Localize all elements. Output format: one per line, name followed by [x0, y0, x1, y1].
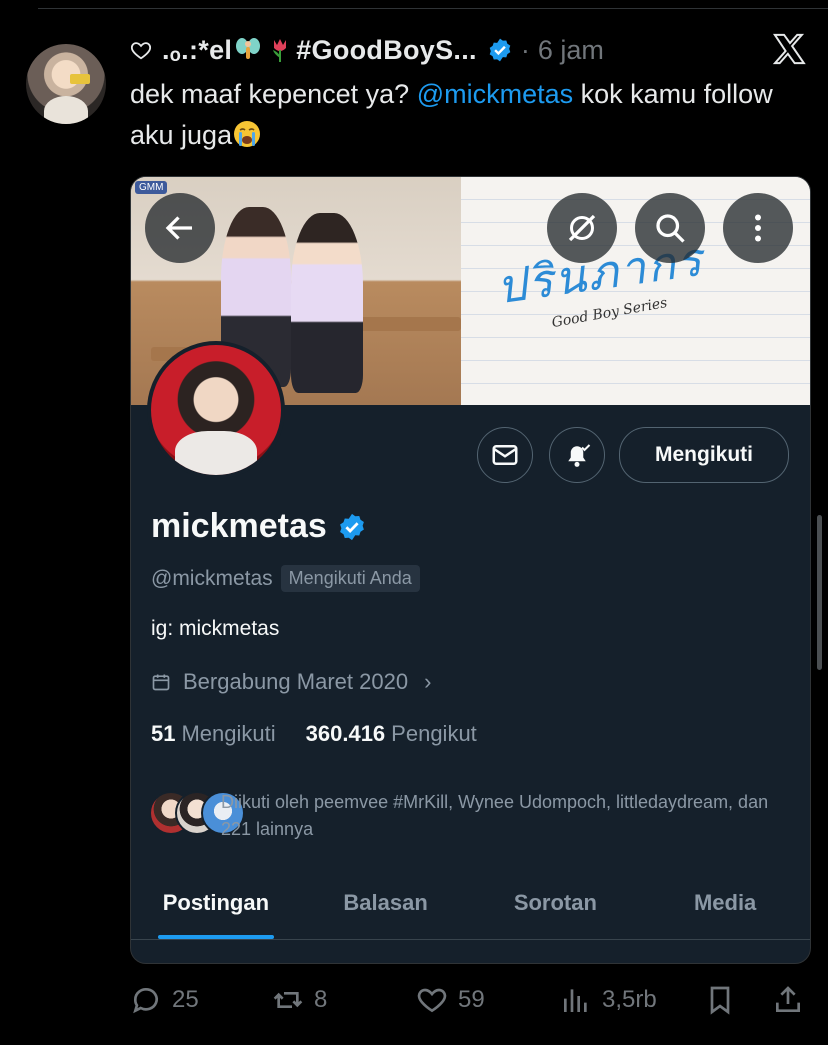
profile-handle-row: @mickmetas Mengikuti Anda: [151, 565, 420, 592]
joined-date: Bergabung Maret 2020: [183, 669, 409, 694]
scrollbar[interactable]: [817, 515, 822, 670]
views-button[interactable]: 3,5rb: [560, 978, 657, 1022]
tab-sorotan[interactable]: Sorotan: [471, 867, 641, 939]
bell-check-icon: [568, 444, 591, 467]
tweet-text: dek maaf kepencet ya? @mickmetas kok kam…: [130, 74, 820, 156]
followers-label[interactable]: Pengikut: [391, 721, 477, 747]
more-vertical-icon: [755, 214, 761, 242]
chevron-right-icon: ›: [424, 669, 432, 694]
profile-bio: ig: mickmetas: [151, 617, 280, 640]
divider-top: [38, 8, 828, 9]
tweet-time[interactable]: 6 jam: [538, 35, 604, 66]
arrow-left-icon: [165, 216, 192, 240]
tulip-emoji: [273, 39, 287, 62]
banner-logo: GMM: [135, 181, 168, 194]
verified-badge-icon: [489, 38, 511, 62]
profile-display-name: mickmetas: [151, 507, 367, 546]
tab-balasan[interactable]: Balasan: [301, 867, 471, 939]
tab-media[interactable]: Media: [640, 867, 810, 939]
mention-link[interactable]: @mickmetas: [417, 79, 573, 109]
share-button[interactable]: [772, 978, 814, 1022]
message-button[interactable]: [477, 427, 533, 483]
tweet-text-before: dek maaf kepencet ya?: [130, 79, 417, 109]
envelope-icon: [492, 445, 518, 465]
fairy-emoji: [236, 38, 261, 59]
retweet-button[interactable]: 8: [272, 978, 327, 1022]
followed-by-text[interactable]: Diikuti oleh peemvee #MrKill, Wynee Udom…: [221, 789, 781, 843]
profile-display-name-text: mickmetas: [151, 507, 327, 545]
profile-screenshot-card[interactable]: GMM ปรินภากร Good Boy Series Mengikuti m…: [130, 176, 811, 964]
x-logo-icon[interactable]: [772, 32, 806, 66]
retweet-icon: [273, 992, 303, 1008]
heart-icon: [417, 988, 447, 1013]
verified-badge-icon: [339, 513, 364, 540]
like-button[interactable]: 59: [416, 978, 485, 1022]
bookmark-button[interactable]: [704, 978, 746, 1022]
search-button[interactable]: [635, 193, 705, 263]
retweet-count: 8: [314, 986, 328, 1013]
followed-by-avatars[interactable]: [149, 791, 245, 835]
joined-date-row[interactable]: Bergabung Maret 2020 ›: [151, 669, 431, 695]
author-avatar[interactable]: [26, 44, 106, 124]
heart-outline-icon: [130, 42, 152, 60]
time-separator: ·: [520, 34, 530, 65]
following-label[interactable]: Mengikuti: [181, 721, 275, 747]
author-name[interactable]: .ₒ.:*el: [162, 35, 232, 66]
tab-postingan[interactable]: Postingan: [131, 867, 301, 939]
search-icon: [656, 214, 685, 243]
notification-button[interactable]: [549, 427, 605, 483]
calendar-icon: [152, 674, 170, 691]
reply-count: 25: [172, 986, 199, 1013]
like-count: 59: [458, 986, 485, 1013]
followers-count[interactable]: 360.416: [306, 721, 386, 747]
profile-tabs: Postingan Balasan Sorotan Media: [131, 867, 810, 940]
bookmark-icon: [710, 986, 730, 1015]
tweet-header: .ₒ.:*el #GoodBoyS... · 6 jam: [130, 28, 604, 72]
following-button[interactable]: Mengikuti: [619, 427, 789, 483]
more-button[interactable]: [723, 193, 793, 263]
profile-avatar[interactable]: [147, 341, 285, 479]
author-name-tail[interactable]: #GoodBoyS...: [296, 35, 477, 66]
back-button[interactable]: [145, 193, 215, 263]
sob-emoji: [234, 121, 261, 147]
views-count: 3,5rb: [602, 986, 657, 1013]
following-count[interactable]: 51: [151, 721, 175, 747]
reply-icon: [133, 988, 158, 1014]
grok-icon: [568, 214, 596, 242]
views-chart-icon: [564, 989, 587, 1012]
tweet-actions: 25 8 59 3,5rb: [130, 978, 810, 1022]
share-icon: [776, 986, 800, 1012]
reply-button[interactable]: 25: [130, 978, 199, 1022]
grok-button[interactable]: [547, 193, 617, 263]
follow-stats: 51 Mengikuti 360.416 Pengikut: [151, 721, 507, 747]
follows-you-badge: Mengikuti Anda: [280, 565, 420, 592]
profile-handle: @mickmetas: [151, 566, 273, 590]
